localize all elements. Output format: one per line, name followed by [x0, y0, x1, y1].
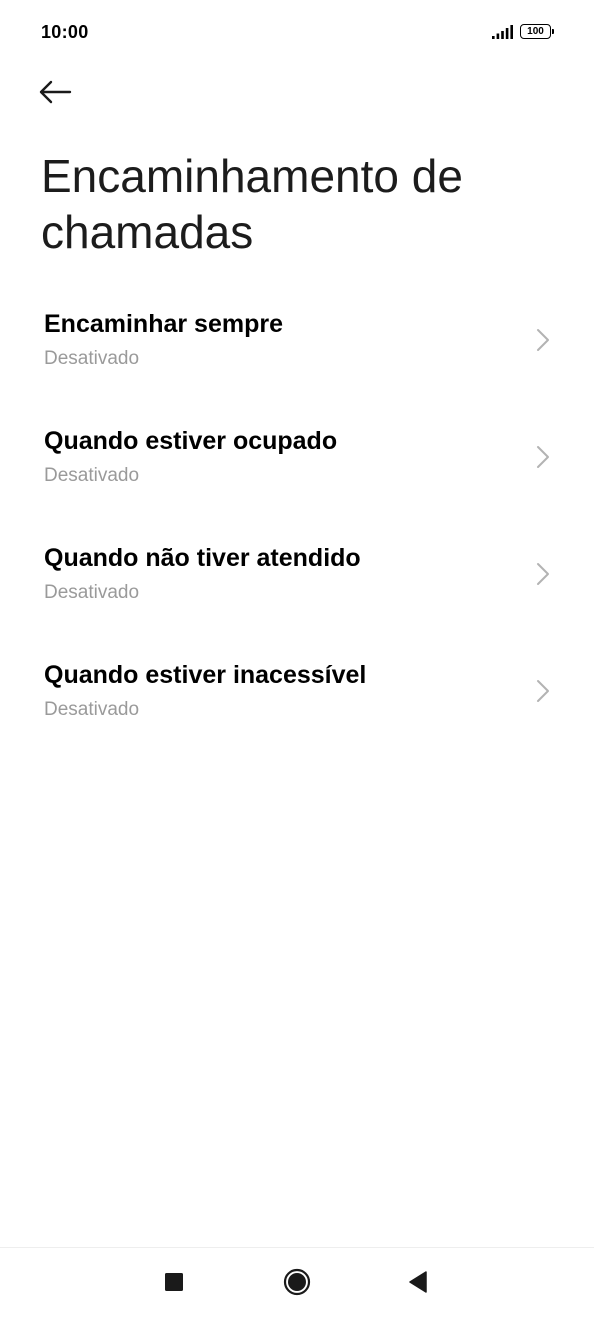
setting-item-forward-always[interactable]: Encaminhar sempre Desativado — [0, 300, 594, 417]
setting-item-when-unreachable[interactable]: Quando estiver inacessível Desativado — [0, 651, 594, 768]
chevron-right-icon — [536, 445, 550, 469]
status-bar: 10:00 100 — [0, 0, 594, 66]
nav-back-button[interactable] — [400, 1266, 436, 1302]
arrow-left-icon — [38, 80, 72, 109]
battery-level: 100 — [520, 24, 551, 39]
page-title: Encaminhamento de chamadas — [41, 150, 463, 258]
setting-status: Desativado — [44, 465, 140, 486]
setting-item-when-busy[interactable]: Quando estiver ocupado Desativado — [0, 417, 594, 534]
status-time: 10:00 — [41, 22, 89, 42]
chevron-right-icon — [536, 679, 550, 703]
setting-title: Quando estiver inacessível — [44, 661, 367, 689]
settings-list: Encaminhar sempre Desativado Quando esti… — [0, 300, 594, 768]
battery-icon: 100 — [520, 24, 554, 39]
setting-status: Desativado — [44, 348, 140, 369]
recents-button[interactable] — [156, 1266, 192, 1302]
back-triangle-icon — [408, 1270, 428, 1298]
setting-status: Desativado — [44, 582, 140, 603]
back-button[interactable] — [38, 72, 90, 116]
setting-title: Encaminhar sempre — [44, 310, 283, 338]
signal-icon — [492, 24, 514, 39]
setting-title: Quando não tiver atendido — [44, 544, 361, 572]
battery-tip — [552, 29, 554, 34]
setting-status: Desativado — [44, 699, 140, 720]
recents-square-icon — [164, 1272, 184, 1297]
chevron-right-icon — [536, 562, 550, 586]
home-circle-icon — [283, 1268, 311, 1301]
chevron-right-icon — [536, 328, 550, 352]
system-nav-bar — [0, 1247, 594, 1320]
setting-item-when-unanswered[interactable]: Quando não tiver atendido Desativado — [0, 534, 594, 651]
setting-title: Quando estiver ocupado — [44, 427, 338, 455]
status-icons: 100 — [492, 24, 554, 39]
home-button[interactable] — [279, 1266, 315, 1302]
